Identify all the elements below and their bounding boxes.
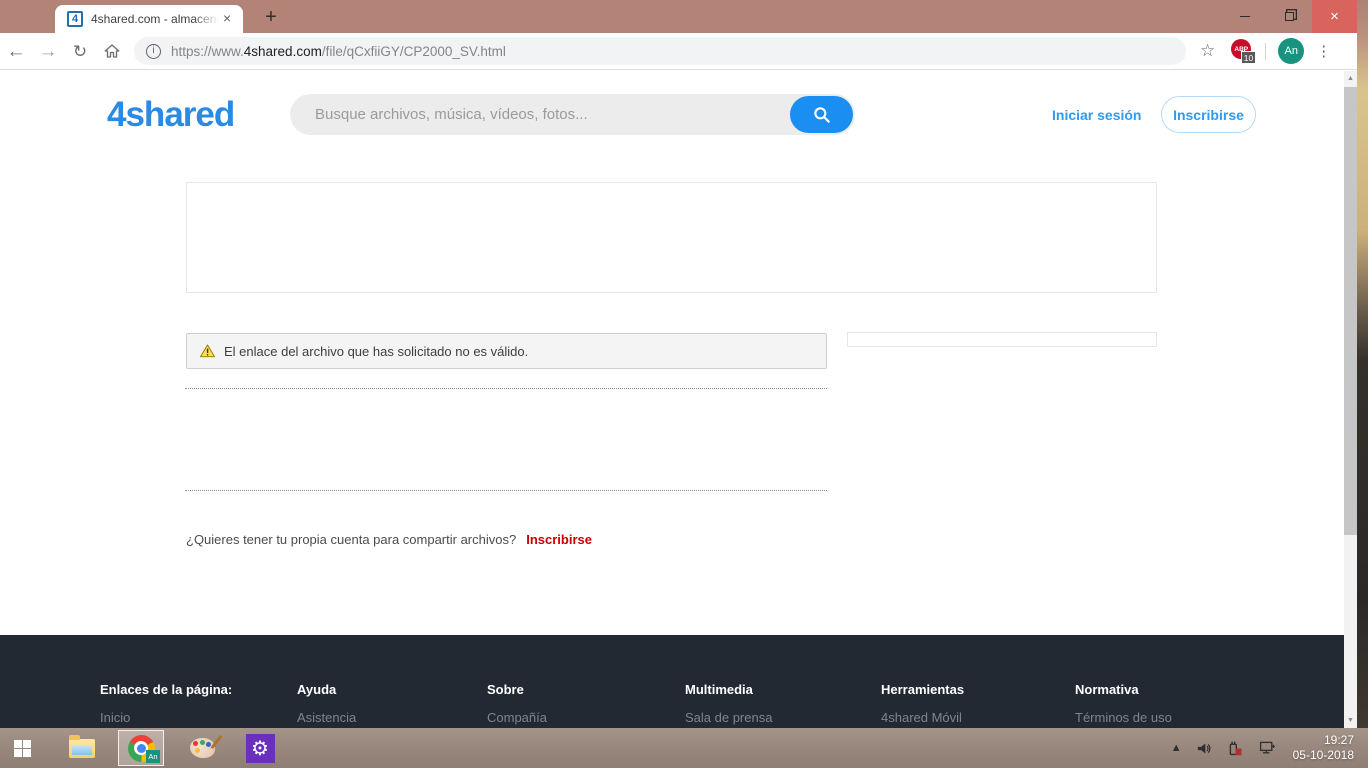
taskbar-clock[interactable]: 19:27 05-10-2018 [1293,733,1354,763]
footer-heading: Ayuda [297,682,356,697]
url-scheme: https://www. [171,44,244,59]
footer-column-links: Enlaces de la página: Inicio [100,682,232,725]
tab-title: 4shared.com - almacenamiento y [91,12,219,26]
footer-link[interactable]: Asistencia [297,710,356,725]
footer-link[interactable]: Inicio [100,710,232,725]
scroll-down-icon[interactable]: ▼ [1344,713,1357,728]
power-plug-icon[interactable] [1227,740,1244,757]
scrollbar-thumb[interactable] [1344,87,1357,535]
search-icon [812,105,832,125]
gear-icon: ⚙ [246,734,275,763]
paint-palette-icon [190,738,215,758]
footer-link[interactable]: 4shared Móvil [881,710,964,725]
restore-button[interactable] [1267,0,1312,33]
back-icon[interactable]: ← [0,42,32,61]
tab-close-icon[interactable]: × [219,11,235,27]
folder-icon [69,739,95,758]
settings-button[interactable]: ⚙ [238,728,282,768]
desktop-wallpaper [1357,0,1368,768]
cta-question: ¿Quieres tener tu propia cuenta para com… [186,532,516,547]
cta-signup-link[interactable]: Inscribirse [526,532,592,547]
error-message-box: El enlace del archivo que has solicitado… [186,333,827,369]
footer-column-tools: Herramientas 4shared Móvil [881,682,964,725]
search-bar [290,94,855,135]
signup-button[interactable]: Inscribirse [1161,96,1256,133]
volume-icon[interactable] [1196,741,1213,756]
toolbar-divider [1265,43,1266,60]
page-info-icon[interactable]: i [146,44,161,59]
browser-tab[interactable]: 4 4shared.com - almacenamiento y × [55,5,243,33]
chrome-profile-badge: An [146,750,160,763]
dotted-divider [185,490,827,491]
home-icon[interactable] [96,42,128,60]
browser-menu-icon[interactable]: ⋮ [1316,42,1331,60]
scroll-up-icon[interactable]: ▲ [1344,71,1357,86]
clock-time: 19:27 [1293,733,1354,748]
url-domain: 4shared.com [244,44,322,59]
file-explorer-button[interactable] [60,728,104,768]
windows-taskbar: An ⚙ ▲ 19:27 05-10-2018 [0,728,1368,768]
login-link[interactable]: Iniciar sesión [1052,107,1141,123]
paint-button[interactable] [180,728,224,768]
url-text[interactable]: https://www.4shared.com/file/qCxfiiGY/CP… [171,44,506,59]
address-bar[interactable]: i https://www.4shared.com/file/qCxfiiGY/… [134,37,1186,65]
footer-heading: Enlaces de la página: [100,682,232,697]
footer-heading: Multimedia [685,682,772,697]
footer-column-help: Ayuda Asistencia [297,682,356,725]
site-footer: Enlaces de la página: Inicio Ayuda Asist… [0,635,1344,728]
logo-word: shared [125,95,234,134]
refresh-icon[interactable]: ↻ [64,43,96,60]
footer-column-about: Sobre Compañía [487,682,547,725]
search-button[interactable] [790,96,853,133]
browser-toolbar: ← → ↻ i https://www.4shared.com/file/qCx… [0,33,1357,70]
browser-window: 4 4shared.com - almacenamiento y × + × ←… [0,0,1357,728]
error-message-text: El enlace del archivo que has solicitado… [224,344,528,359]
network-icon[interactable] [1258,740,1276,756]
tray-expand-icon[interactable]: ▲ [1171,742,1182,754]
extension-badge: 10 [1241,51,1256,64]
footer-heading: Herramientas [881,682,964,697]
logo-numeral: 4 [107,95,125,134]
site-logo[interactable]: 4shared [107,95,234,135]
tab-strip: 4 4shared.com - almacenamiento y × + × [0,0,1357,33]
bookmark-star-icon[interactable]: ☆ [1200,41,1215,61]
adblock-extension-button[interactable]: ABP 10 [1231,39,1253,63]
minimize-button[interactable] [1222,0,1267,33]
page-content: 4shared Iniciar sesión Inscribirse El en… [0,71,1344,635]
footer-link[interactable]: Términos de uso [1075,710,1172,725]
desktop: 4 4shared.com - almacenamiento y × + × ←… [0,0,1368,768]
side-ad-placeholder [847,332,1157,347]
url-path: /file/qCxfiiGY/CP2000_SV.html [322,44,506,59]
forward-icon[interactable]: → [32,42,64,61]
chrome-taskbar-button[interactable]: An [118,730,164,766]
start-button[interactable] [0,728,44,768]
signup-cta: ¿Quieres tener tu propia cuenta para com… [186,532,592,547]
footer-link[interactable]: Compañía [487,710,547,725]
footer-column-media: Multimedia Sala de prensa [685,682,772,725]
close-window-button[interactable]: × [1312,0,1357,33]
footer-link[interactable]: Sala de prensa [685,710,772,725]
search-input[interactable] [315,94,775,135]
new-tab-button[interactable]: + [258,6,284,30]
footer-heading: Sobre [487,682,547,697]
windows-logo-icon [14,740,31,757]
page-scrollbar[interactable]: ▲ ▼ [1344,71,1357,728]
dotted-divider [185,388,827,389]
footer-column-legal: Normativa Términos de uso [1075,682,1172,725]
ad-placeholder [186,182,1157,293]
warning-icon [199,343,216,359]
clock-date: 05-10-2018 [1293,748,1354,763]
site-favicon-icon: 4 [67,11,83,27]
window-controls: × [1222,0,1357,33]
profile-avatar[interactable]: An [1278,38,1304,64]
system-tray: ▲ 19:27 05-10-2018 [1164,728,1368,768]
footer-heading: Normativa [1075,682,1172,697]
